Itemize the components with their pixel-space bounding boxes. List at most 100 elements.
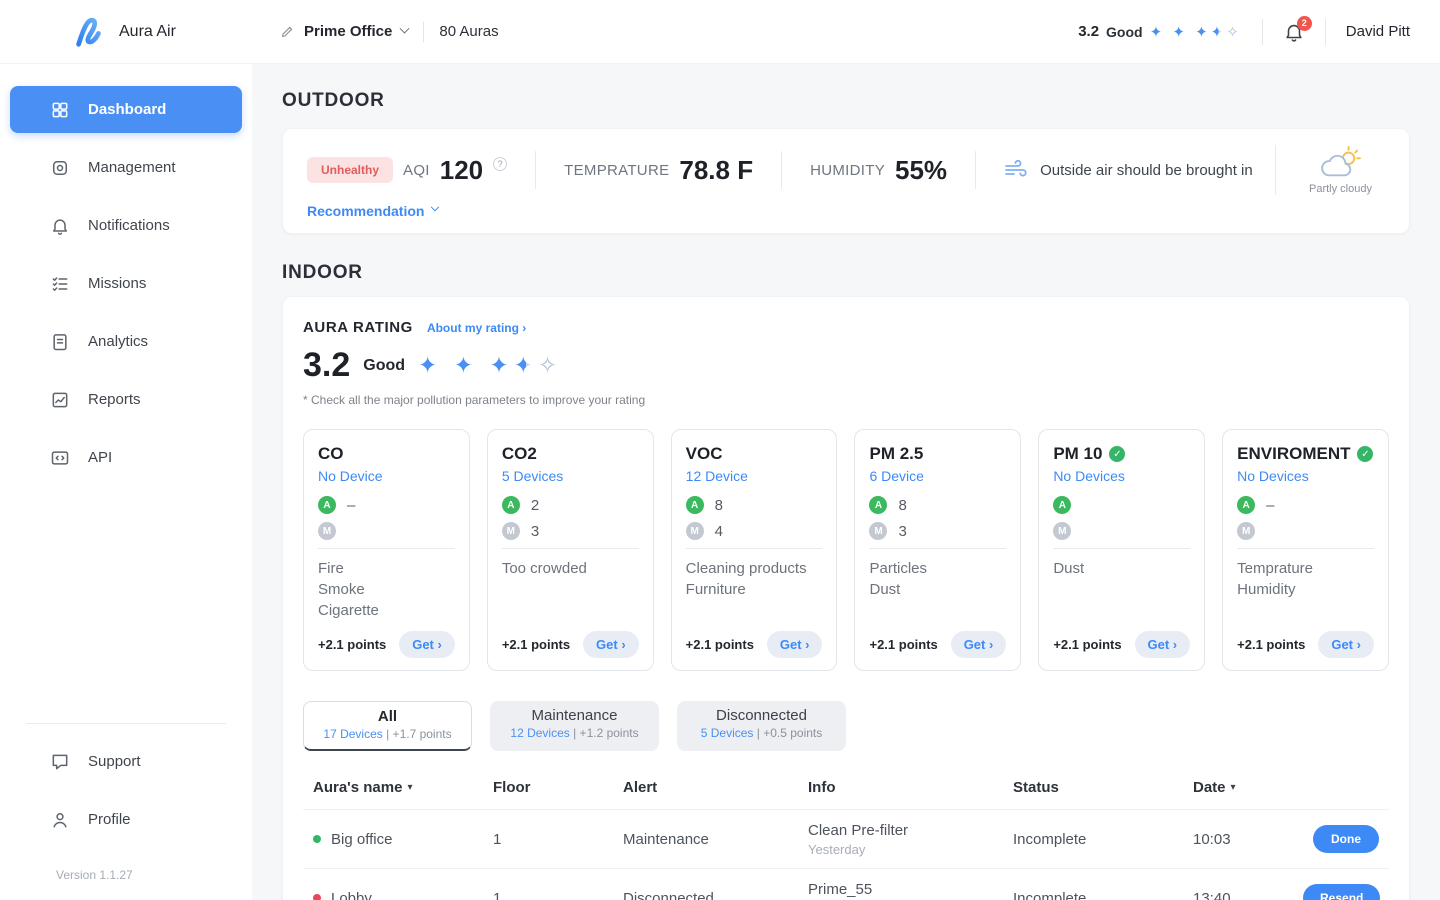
- tab-points: | +1.7 points: [386, 727, 452, 741]
- auto-sensor-value: 8: [715, 497, 723, 514]
- version-label: Version 1.1.27: [10, 854, 242, 882]
- alert-cell: Disconnected: [623, 890, 808, 900]
- indoor-section-title: INDOOR: [282, 262, 1410, 284]
- get-button[interactable]: Get ›: [1318, 631, 1374, 658]
- sidebar-item-analytics[interactable]: Analytics: [10, 318, 242, 365]
- aqi-label: AQI: [403, 162, 430, 179]
- devices-link[interactable]: No Devices: [1237, 468, 1374, 484]
- devices-link[interactable]: No Devices: [1053, 468, 1190, 484]
- topbar-right: 3.2 Good ✦ ✦ ✦✦✧ 2 David Pitt: [1078, 19, 1440, 45]
- factor-list: Particles Dust: [869, 558, 1006, 621]
- get-button[interactable]: Get ›: [399, 631, 455, 658]
- sidebar-item-api[interactable]: API: [10, 434, 242, 481]
- tab-maintenance[interactable]: Maintenance 12 Devices | +1.2 points: [490, 701, 659, 751]
- get-button[interactable]: Get ›: [951, 631, 1007, 658]
- tab-devices-count: 5 Devices: [701, 726, 754, 740]
- get-button[interactable]: Get ›: [1135, 631, 1191, 658]
- pollutant-title: PM 2.5: [869, 444, 923, 464]
- device-filter-tabs: All 17 Devices | +1.7 points Maintenance…: [303, 701, 1389, 751]
- about-rating-link[interactable]: About my rating ›: [427, 321, 526, 335]
- done-button[interactable]: Done: [1313, 825, 1379, 853]
- points-label: +2.1 points: [318, 637, 386, 652]
- auto-sensor-value: –: [347, 497, 355, 514]
- sidebar-item-reports[interactable]: Reports: [10, 376, 242, 423]
- person-icon: [50, 810, 70, 830]
- divider: [318, 548, 455, 549]
- factor-item: Furniture: [686, 579, 823, 600]
- devices-table: Aura's name ▾ Floor Alert Info Status Da…: [303, 765, 1389, 900]
- sidebar-item-management[interactable]: Management: [10, 144, 242, 191]
- tab-all[interactable]: All 17 Devices | +1.7 points: [303, 701, 472, 751]
- sidebar-item-label: Reports: [88, 391, 141, 408]
- points-label: +2.1 points: [869, 637, 937, 652]
- humidity-value: 55%: [895, 155, 947, 186]
- partly-cloudy-icon: [1318, 145, 1364, 181]
- factor-item: Fire: [318, 558, 455, 579]
- devices-link[interactable]: 12 Device: [686, 468, 823, 484]
- chevron-down-icon[interactable]: [400, 24, 410, 34]
- alert-cell: Maintenance: [623, 831, 808, 848]
- auto-sensor-row: A 2: [502, 496, 639, 514]
- column-label: Aura's name: [313, 779, 402, 796]
- checklist-icon: [50, 274, 70, 294]
- humidity-label: HUMIDITY: [810, 162, 885, 179]
- manual-sensor-row: M 3: [869, 522, 1006, 540]
- factor-item: Cleaning products: [686, 558, 823, 579]
- column-header-status: Status: [1013, 779, 1193, 796]
- chevron-down-icon[interactable]: [431, 202, 439, 210]
- manual-badge-icon: M: [318, 522, 336, 540]
- pollutant-card-enviroment: ENVIROMENT ✓ No Devices A – M Temprature…: [1222, 429, 1389, 671]
- recommendation-toggle[interactable]: Recommendation: [307, 203, 1385, 219]
- manual-sensor-value: 3: [898, 523, 906, 540]
- column-header-name[interactable]: Aura's name ▾: [313, 779, 493, 796]
- tab-label: All: [304, 708, 471, 725]
- resend-button[interactable]: Resend: [1303, 884, 1380, 900]
- devices-link[interactable]: No Device: [318, 468, 455, 484]
- sidebar-item-support[interactable]: Support: [10, 738, 242, 785]
- temperature-group: TEMPRATURE 78.8 F: [564, 155, 753, 186]
- recommendation-label[interactable]: Recommendation: [307, 203, 424, 219]
- sidebar-item-dashboard[interactable]: Dashboard: [10, 86, 242, 133]
- floor-cell: 1: [493, 831, 623, 848]
- sidebar: Dashboard Management Notifications Missi…: [0, 64, 252, 900]
- manual-sensor-row: M 3: [502, 522, 639, 540]
- divider: [781, 151, 782, 189]
- air-status-badge: Unhealthy: [307, 157, 393, 183]
- tab-disconnected[interactable]: Disconnected 5 Devices | +0.5 points: [677, 701, 846, 751]
- weather-widget: Partly cloudy: [1275, 145, 1385, 195]
- get-button[interactable]: Get ›: [583, 631, 639, 658]
- sidebar-item-label: Management: [88, 159, 176, 176]
- rating-stars-icon: ✦ ✦ ✦✦✧: [418, 352, 562, 379]
- brand: Aura Air: [0, 15, 252, 49]
- devices-link[interactable]: 6 Device: [869, 468, 1006, 484]
- sidebar-item-profile[interactable]: Profile: [10, 796, 242, 843]
- sidebar-item-label: Profile: [88, 811, 131, 828]
- divider: [686, 548, 823, 549]
- auto-sensor-row: A –: [1237, 496, 1374, 514]
- help-icon[interactable]: ?: [493, 157, 507, 171]
- get-button[interactable]: Get ›: [767, 631, 823, 658]
- verified-check-icon: ✓: [1357, 446, 1373, 462]
- auto-badge-icon: A: [1053, 496, 1071, 514]
- manual-sensor-value: 3: [531, 523, 539, 540]
- notifications-bell-icon[interactable]: 2: [1283, 21, 1305, 43]
- edit-pencil-icon[interactable]: [280, 24, 295, 39]
- column-label: Status: [1013, 779, 1059, 796]
- divider: [869, 548, 1006, 549]
- location-name[interactable]: Prime Office: [304, 23, 392, 40]
- column-label: Alert: [623, 779, 657, 796]
- location-selector[interactable]: Prime Office 80 Auras: [252, 22, 499, 42]
- divider: [1325, 19, 1326, 45]
- divider: [26, 723, 226, 724]
- devices-link[interactable]: 5 Devices: [502, 468, 639, 484]
- column-header-floor: Floor: [493, 779, 623, 796]
- user-name[interactable]: David Pitt: [1346, 23, 1410, 40]
- sort-icon[interactable]: ▾: [1231, 782, 1236, 793]
- pollutant-title: ENVIROMENT: [1237, 444, 1350, 464]
- sort-icon[interactable]: ▾: [407, 782, 412, 793]
- sidebar-item-notifications[interactable]: Notifications: [10, 202, 242, 249]
- column-header-date[interactable]: Date ▾: [1193, 779, 1303, 796]
- aura-name: Big office: [331, 831, 392, 848]
- manual-sensor-row: M: [1237, 522, 1374, 540]
- sidebar-item-missions[interactable]: Missions: [10, 260, 242, 307]
